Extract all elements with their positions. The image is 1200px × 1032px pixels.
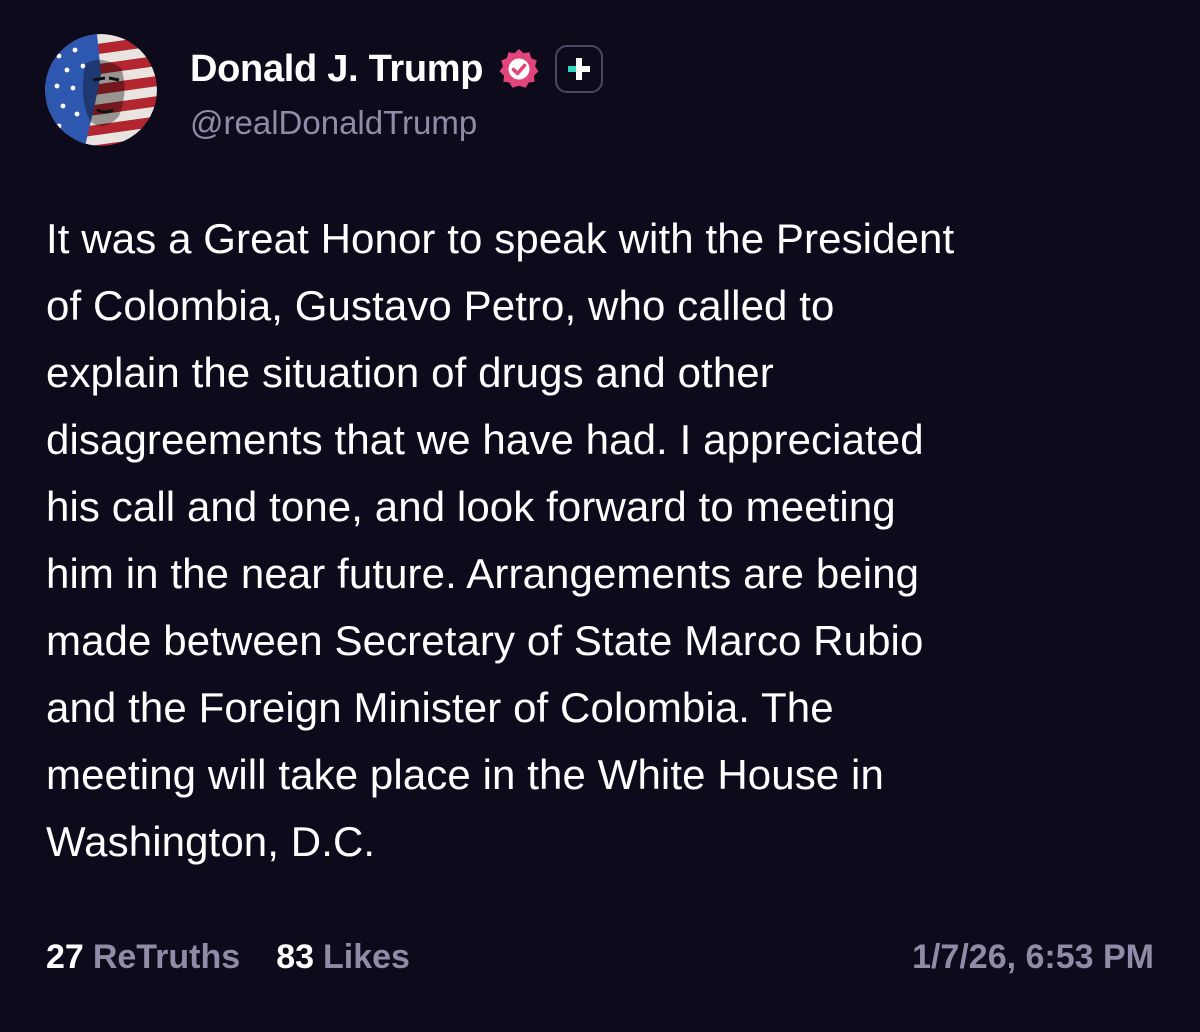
display-name[interactable]: Donald J. Trump [190, 48, 484, 91]
verified-badge-icon [497, 47, 541, 91]
post-text-line: disagreements that we have had. I apprec… [46, 416, 924, 463]
post-text-line: him in the near future. Arrangements are… [46, 550, 920, 597]
name-row: Donald J. Trump [190, 44, 604, 94]
plus-button[interactable] [555, 45, 604, 93]
user-handle[interactable]: @realDonaldTrump [190, 104, 477, 142]
avatar[interactable] [45, 34, 157, 146]
post-text-line: and the Foreign Minister of Colombia. Th… [46, 684, 834, 731]
post-text-line: Washington, D.C. [46, 818, 376, 865]
retruths-stat[interactable]: 27 ReTruths [46, 938, 240, 977]
flag-portrait-avatar-icon [45, 34, 157, 146]
retruths-label: ReTruths [92, 937, 241, 976]
post-text-line: explain the situation of drugs and other [46, 349, 774, 396]
likes-label: Likes [323, 937, 410, 976]
truth-post: Donald J. Trump @realDonaldTrump It was … [0, 0, 1200, 1032]
post-text-line: of Colombia, Gustavo Petro, who called t… [46, 282, 835, 329]
post-text-line: his call and tone, and look forward to m… [46, 483, 896, 530]
post-text: It was a Great Honor to speak with the P… [46, 205, 1156, 875]
post-text-line: meeting will take place in the White Hou… [46, 751, 884, 798]
retruths-count: 27 [46, 937, 84, 976]
post-timestamp[interactable]: 1/7/26, 6:53 PM [912, 938, 1154, 977]
likes-count: 83 [276, 937, 315, 976]
post-text-line: It was a Great Honor to speak with the P… [46, 215, 955, 262]
post-text-line: made between Secretary of State Marco Ru… [46, 617, 924, 664]
likes-stat[interactable]: 83 Likes [276, 938, 410, 977]
post-footer: 27 ReTruths 83 Likes 1/7/26, 6:53 PM [46, 932, 1154, 982]
plus-icon [568, 58, 591, 80]
